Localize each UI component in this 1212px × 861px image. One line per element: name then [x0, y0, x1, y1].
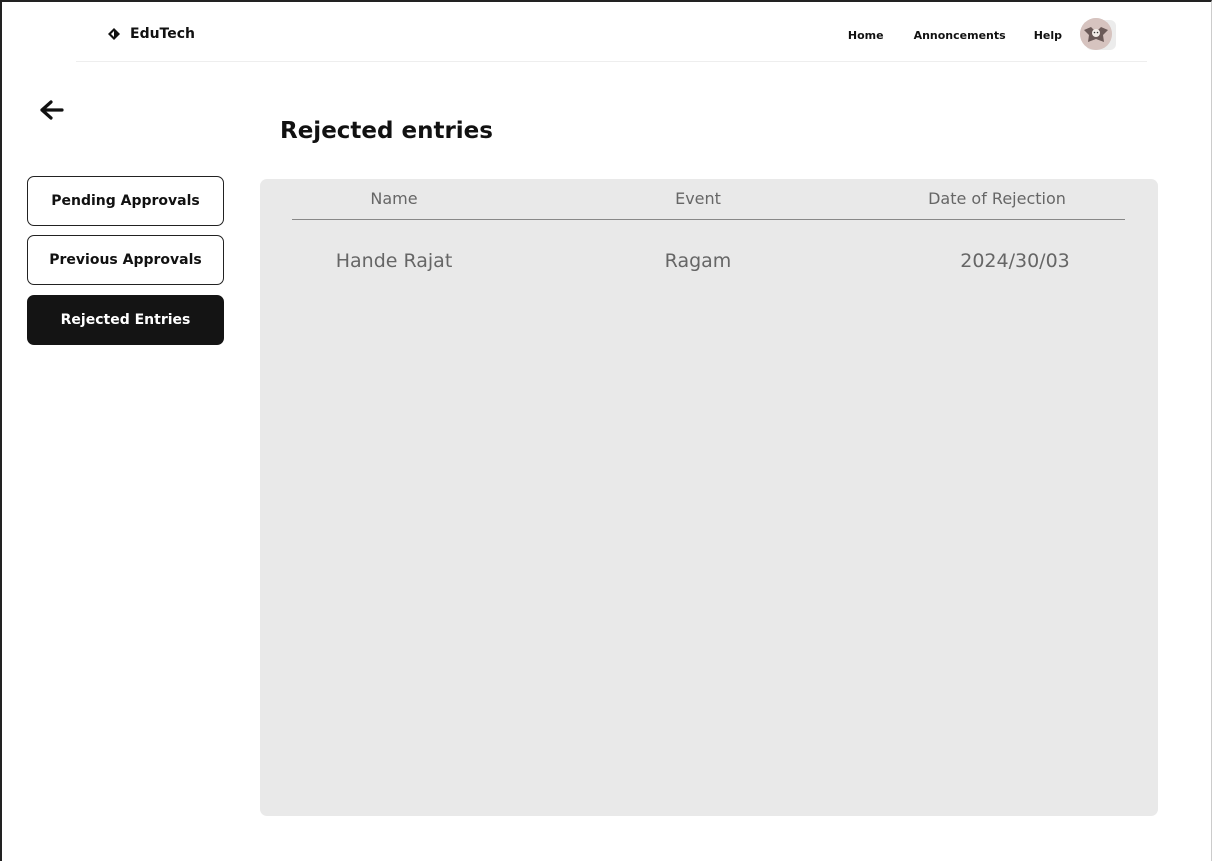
brand-name: EduTech — [130, 26, 196, 42]
diamond-logo-icon — [108, 28, 120, 40]
nav-announcements-link[interactable]: Annoncements — [914, 29, 1006, 42]
cell-event: Ragam — [664, 250, 732, 272]
cell-date: 2024/30/03 — [960, 250, 1070, 272]
header-divider — [76, 61, 1147, 62]
brand[interactable]: EduTech — [108, 26, 195, 42]
column-header-name: Name — [370, 189, 418, 208]
user-avatar[interactable] — [1080, 18, 1112, 50]
top-nav: Home Annoncements Help — [848, 20, 1116, 50]
back-button[interactable] — [38, 96, 74, 124]
arrow-left-icon — [40, 100, 64, 120]
rejected-entries-table: Name Event Date of Rejection Hande Rajat… — [260, 179, 1158, 816]
sidebar-item-rejected-entries[interactable]: Rejected Entries — [27, 295, 224, 345]
avatar-image — [1080, 18, 1112, 50]
page-title: Rejected entries — [280, 118, 493, 144]
sidebar-item-previous-approvals[interactable]: Previous Approvals — [27, 235, 224, 285]
sidebar-item-pending-approvals[interactable]: Pending Approvals — [27, 176, 224, 226]
table-header: Name Event Date of Rejection — [260, 189, 1158, 213]
column-header-event: Event — [675, 189, 721, 208]
cell-name: Hande Rajat — [335, 250, 453, 272]
table-header-divider — [292, 219, 1125, 220]
nav-help-link[interactable]: Help — [1034, 29, 1062, 42]
column-header-date-of-rejection: Date of Rejection — [928, 189, 1066, 208]
nav-home-link[interactable]: Home — [848, 29, 884, 42]
table-row[interactable]: Hande Rajat Ragam 2024/30/03 — [260, 250, 1158, 274]
